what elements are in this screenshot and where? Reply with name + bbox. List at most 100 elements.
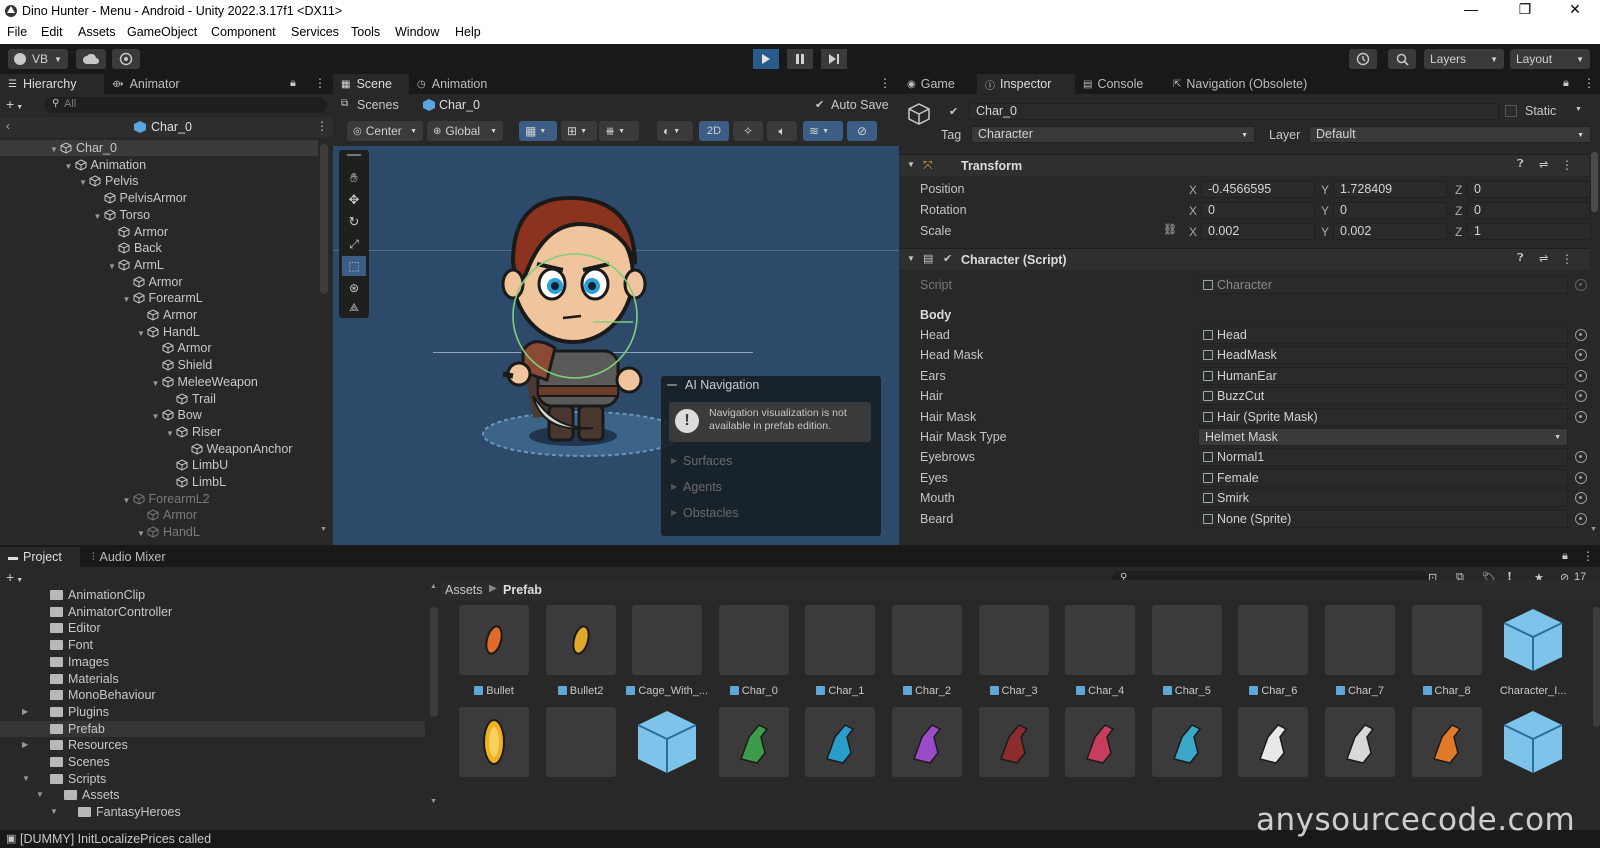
minimize-button[interactable]: —	[1456, 1, 1486, 17]
layout-dropdown[interactable]: Layout ▼	[1510, 49, 1590, 69]
hierarchy-item[interactable]: ▼ ArmL	[0, 257, 318, 273]
folder-item[interactable]: ▼ Assets	[0, 787, 425, 803]
foldout-arrow-icon[interactable]: ▼	[137, 326, 147, 342]
menu-help[interactable]: Help	[455, 25, 481, 39]
asset-label[interactable]: Char_2	[884, 685, 970, 697]
enabled-checkbox[interactable]: ✔	[943, 252, 952, 265]
foldout-arrow-icon[interactable]: ▼	[94, 209, 104, 225]
asset-thumbnail[interactable]	[632, 605, 703, 675]
asset-thumbnail[interactable]	[892, 605, 962, 675]
folder-item[interactable]: Images	[0, 654, 425, 670]
draw-mode-button[interactable]: ◐ ▼	[657, 121, 693, 141]
tab-audio-mixer[interactable]: ⫶ Audio Mixer	[84, 547, 188, 567]
object-picker-icon[interactable]	[1575, 349, 1587, 362]
folder-item[interactable]: Materials	[0, 671, 425, 687]
object-field[interactable]: Hair (Sprite Mask)	[1198, 407, 1587, 426]
active-checkbox[interactable]: ✔	[949, 105, 958, 118]
folder-item[interactable]: Editor	[0, 620, 425, 636]
foldout-arrow-icon[interactable]: ▶	[22, 737, 28, 753]
hierarchy-item[interactable]: WeaponAnchor	[0, 441, 318, 457]
kebab-menu-icon[interactable]: ⋮	[316, 119, 328, 133]
2d-toggle-button[interactable]: 2D	[699, 121, 729, 141]
foldout-arrow-icon[interactable]: ▼	[36, 787, 44, 803]
foldout-arrow-icon[interactable]: ▶	[671, 456, 677, 465]
drag-handle-icon[interactable]	[667, 384, 677, 386]
menu-gameobject[interactable]: GameObject	[127, 25, 197, 39]
increment-snap-button[interactable]: ⧻ ▼	[599, 121, 639, 141]
preset-icon[interactable]: ⇌	[1539, 252, 1548, 265]
asset-thumbnail[interactable]	[1065, 605, 1136, 675]
object-picker-icon[interactable]	[1575, 390, 1587, 403]
breadcrumb-assets[interactable]: Assets	[445, 583, 483, 597]
status-message[interactable]: [DUMMY] InitLocalizePrices called	[20, 832, 211, 846]
object-field[interactable]: Head	[1198, 326, 1587, 344]
tab-animator[interactable]: ⟴ Animator	[104, 74, 194, 94]
audio-button[interactable]: 🔈︎	[767, 121, 797, 141]
step-button[interactable]	[821, 49, 847, 69]
asset-label[interactable]: Char_1	[797, 685, 883, 697]
asset-thumbnail[interactable]	[1411, 707, 1482, 777]
folder-item[interactable]: AnimatorController	[0, 604, 425, 620]
pause-button[interactable]	[787, 49, 813, 69]
menu-component[interactable]: Component	[211, 25, 276, 39]
asset-thumbnail[interactable]	[459, 605, 529, 675]
asset-thumbnail[interactable]	[978, 605, 1049, 675]
folder-item[interactable]: ▶ Resources	[0, 737, 425, 753]
scroll-down-icon[interactable]: ▼	[1590, 526, 1597, 533]
folder-item[interactable]: AnimationClip	[0, 589, 425, 603]
kebab-menu-icon[interactable]: ⋮	[314, 76, 326, 90]
kebab-menu-icon[interactable]: ⋮	[879, 76, 891, 90]
menu-window[interactable]: Window	[395, 25, 439, 39]
menu-file[interactable]: File	[7, 25, 27, 39]
foldout-arrow-icon[interactable]: ▼	[907, 254, 915, 263]
tab-animation[interactable]: ◷ Animation	[409, 74, 509, 94]
overlay-item-agents[interactable]: Agents	[683, 480, 722, 494]
move-tool-icon[interactable]: ✥	[342, 190, 366, 210]
object-picker-icon[interactable]	[1575, 471, 1587, 484]
maximize-button[interactable]: ❐	[1510, 1, 1540, 18]
hierarchy-item[interactable]: Trail	[0, 391, 318, 407]
hierarchy-item[interactable]: Armor	[0, 224, 318, 240]
object-field[interactable]: BuzzCut	[1198, 387, 1587, 406]
menu-tools[interactable]: Tools	[351, 25, 380, 39]
object-field[interactable]: Female	[1198, 468, 1587, 487]
menu-assets[interactable]: Assets	[78, 25, 116, 39]
object-field[interactable]: HeadMask	[1198, 346, 1587, 365]
kebab-menu-icon[interactable]: ⋮	[1561, 158, 1573, 172]
folder-item[interactable]: ▼ Scripts	[0, 771, 425, 787]
asset-label[interactable]: Char_5	[1144, 685, 1230, 697]
foldout-arrow-icon[interactable]: ▼	[22, 771, 30, 787]
hierarchy-item[interactable]: Armor	[0, 340, 318, 356]
scroll-down-icon[interactable]: ▼	[430, 798, 437, 805]
asset-thumbnail[interactable]	[718, 605, 789, 675]
hierarchy-item[interactable]: LimbU	[0, 457, 318, 473]
asset-thumbnail[interactable]	[1498, 605, 1568, 675]
foldout-arrow-icon[interactable]: ▼	[65, 159, 75, 175]
static-checkbox[interactable]	[1505, 105, 1517, 117]
asset-label[interactable]: Bullet	[451, 685, 537, 697]
folder-item[interactable]: Scenes	[0, 754, 425, 770]
menu-services[interactable]: Services	[291, 25, 339, 39]
tab-hierarchy[interactable]: ☰ Hierarchy	[0, 74, 104, 94]
position-z-field[interactable]: 0	[1467, 181, 1591, 198]
cloud-button[interactable]	[76, 49, 106, 69]
scroll-up-icon[interactable]: ▲	[430, 583, 437, 590]
tab-game[interactable]: ◉ Game	[899, 74, 977, 94]
hierarchy-item[interactable]: ▼ HandL	[0, 324, 318, 340]
foldout-arrow-icon[interactable]: ▶	[671, 482, 677, 491]
scale-z-field[interactable]: 1	[1467, 223, 1591, 240]
object-field[interactable]: Normal1	[1198, 448, 1587, 467]
object-field[interactable]: Smirk	[1198, 489, 1587, 508]
foldout-arrow-icon[interactable]: ▼	[79, 175, 89, 191]
object-picker-icon[interactable]	[1575, 451, 1587, 464]
folder-item[interactable]: MonoBehaviour	[0, 687, 425, 703]
hierarchy-item[interactable]: ▼ Bow	[0, 407, 318, 423]
layers-dropdown[interactable]: Layers ▼	[1424, 49, 1504, 69]
tab-console[interactable]: ▤ Console	[1075, 74, 1165, 94]
hierarchy-item[interactable]: ▼ Char_0	[0, 140, 318, 156]
folder-scrollbar[interactable]	[430, 607, 438, 717]
foldout-arrow-icon[interactable]: ▶	[22, 704, 28, 720]
kebab-menu-icon[interactable]: ⋮	[1582, 549, 1594, 563]
asset-thumbnail[interactable]	[978, 707, 1049, 777]
asset-label[interactable]: Char_8	[1404, 685, 1490, 697]
